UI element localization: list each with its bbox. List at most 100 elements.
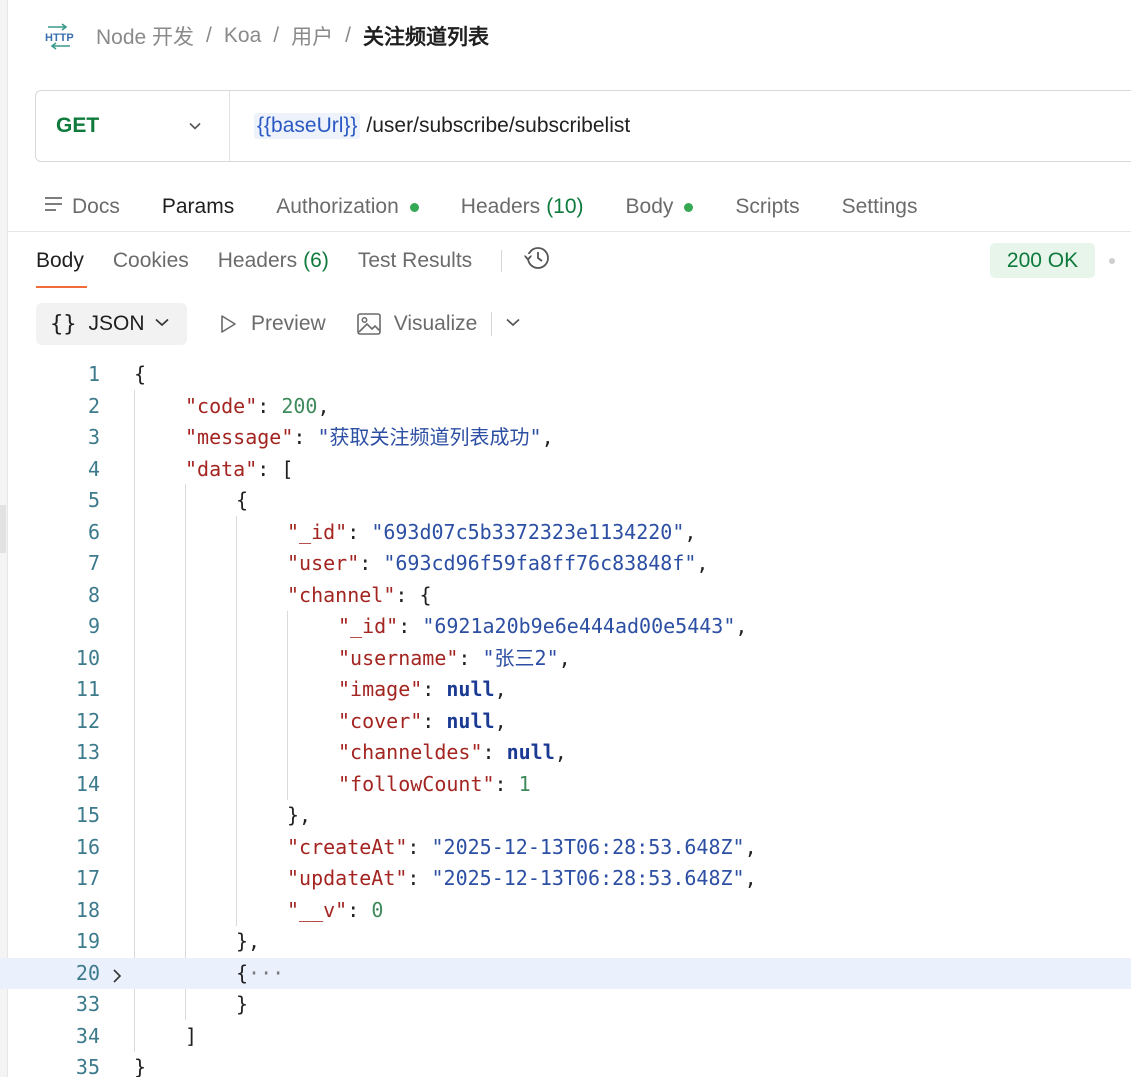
headers-count: (10) (546, 195, 584, 218)
code-token: : (407, 834, 432, 859)
code-token: : (398, 614, 423, 638)
code-line: 11 "image": null, (0, 674, 1131, 706)
code-line: 34] (0, 1021, 1131, 1053)
divider (501, 250, 503, 272)
breadcrumb-separator: / (206, 24, 212, 47)
code-token: : (293, 425, 318, 449)
line-number: 6 (87, 519, 100, 544)
code-content: ] (185, 1021, 197, 1053)
code-content: "data": [ (185, 454, 293, 486)
code-content: }, (236, 926, 260, 958)
line-number: 18 (75, 897, 100, 922)
preview-label: Preview (251, 312, 326, 335)
method-select[interactable]: GET (36, 91, 230, 161)
code-content: }, (287, 800, 311, 832)
response-tab-test-results[interactable]: Test Results (358, 249, 472, 273)
code-content: "cover": null, (338, 706, 507, 738)
code-token: : (407, 866, 432, 890)
url-path: /user/subscribe/subscribelist (366, 114, 631, 137)
code-line: 20 {··· (0, 957, 1131, 990)
code-token: : (347, 519, 372, 544)
code-token: : (458, 645, 483, 670)
line-number: 15 (75, 803, 100, 827)
response-tab-test-results-label: Test Results (357, 249, 473, 272)
breadcrumb: HTTP Node 开发 / Koa / 用户 / 关注频道列表 (44, 18, 489, 54)
tab-docs[interactable]: Docs (44, 195, 120, 219)
format-label: JSON (88, 312, 145, 335)
code-token: : (422, 677, 447, 701)
code-content: "code": 200, (185, 391, 330, 423)
code-token: 1 (518, 771, 531, 796)
response-tab-headers[interactable]: Headers (6) (218, 249, 329, 273)
visualize-button[interactable]: Visualize (356, 312, 477, 336)
tab-authorization-label: Authorization (276, 195, 399, 218)
response-tab-cookies-label: Cookies (112, 249, 189, 272)
tab-body[interactable]: Body (626, 195, 694, 219)
code-token: "获取关注频道列表成功" (317, 425, 542, 449)
code-line: 15}, (0, 800, 1131, 832)
response-tab-cookies[interactable]: Cookies (113, 249, 189, 273)
svg-text:HTTP: HTTP (45, 32, 74, 44)
url-input[interactable]: {{baseUrl}} /user/subscribe/subscribelis… (230, 113, 630, 139)
code-token: : { (395, 582, 432, 607)
breadcrumb-item-node[interactable]: Node 开发 (96, 21, 194, 51)
code-token: "2025-12-13T06:28:53.648Z" (431, 834, 745, 859)
line-number: 13 (75, 740, 100, 764)
chevron-down-icon[interactable] (504, 312, 522, 336)
code-token: : (257, 393, 282, 418)
code-line: 18 "__v": 0 (0, 895, 1131, 927)
code-token: : (482, 740, 507, 764)
code-token: "693cd96f59fa8ff76c83848f" (383, 551, 697, 575)
code-token: "channeldes" (338, 740, 483, 764)
code-line: 3 "message": "获取关注频道列表成功", (0, 422, 1131, 454)
code-token: , (554, 740, 567, 764)
url-variable: {{baseUrl}} (254, 113, 361, 139)
breadcrumb-separator: / (273, 24, 280, 47)
response-tab-body[interactable]: Body (36, 249, 84, 273)
code-token: : (347, 897, 372, 922)
code-token: "693d07c5b3372323e1134220" (371, 519, 685, 544)
tab-headers[interactable]: Headers (10) (461, 195, 584, 219)
json-viewer[interactable]: 1{2 "code": 200, 3 "message": "获取关注频道列表成功",… (0, 359, 1131, 1077)
tab-settings[interactable]: Settings (842, 195, 918, 219)
code-content: "channeldes": null, (338, 737, 567, 769)
tab-params[interactable]: Params (162, 195, 234, 219)
breadcrumb-item-user[interactable]: 用户 (291, 21, 333, 51)
code-content: "followCount": 1 (338, 769, 531, 801)
code-content: "image": null, (338, 674, 507, 706)
history-icon[interactable] (522, 244, 552, 278)
code-token: : [ (257, 456, 294, 481)
preview-button[interactable]: Preview (217, 312, 326, 336)
code-line: 7 "user": "693cd96f59fa8ff76c83848f", (0, 548, 1131, 580)
tab-scripts[interactable]: Scripts (735, 195, 799, 219)
tab-authorization[interactable]: Authorization (276, 195, 419, 219)
format-select[interactable]: {} JSON (36, 303, 187, 345)
code-content: } (134, 1052, 146, 1077)
code-token: "image" (338, 677, 423, 701)
request-tabs: Docs Params Authorization Headers (10) B… (44, 190, 960, 224)
code-token: "_id" (338, 614, 399, 638)
line-number: 20 (75, 960, 100, 985)
code-token: : (494, 771, 519, 796)
tab-settings-label: Settings (841, 195, 918, 218)
code-token: "__v" (287, 897, 348, 922)
code-content: {··· (236, 958, 284, 990)
code-token: , (744, 834, 757, 859)
code-line: 8 "channel": { (0, 580, 1131, 612)
line-number: 33 (75, 992, 100, 1016)
code-line: 5{ (0, 485, 1131, 517)
status-badge[interactable]: 200 OK (990, 243, 1095, 278)
breadcrumb-item-koa[interactable]: Koa (224, 24, 261, 48)
request-name[interactable]: 关注频道列表 (363, 21, 489, 51)
line-number: 11 (75, 677, 100, 701)
tab-params-label: Params (161, 195, 235, 218)
response-toolbar: {} JSON Preview Visualize (36, 303, 522, 345)
code-line: 1{ (0, 359, 1131, 391)
code-token: "_id" (287, 519, 348, 544)
code-line: 17 "updateAt": "2025-12-13T06:28:53.648Z"… (0, 863, 1131, 895)
line-number: 4 (87, 456, 100, 481)
code-line: 35} (0, 1052, 1131, 1077)
code-token: , (494, 677, 507, 701)
code-token: } (134, 1055, 147, 1077)
code-token: "updateAt" (287, 866, 408, 890)
